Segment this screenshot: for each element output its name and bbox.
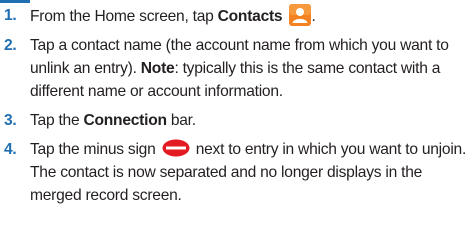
contacts-app-icon [289, 4, 312, 26]
contacts-label: Contacts [217, 8, 283, 25]
top-accent-rule [0, 0, 30, 3]
step-number: 3. [4, 112, 17, 129]
step-number: 1. [4, 7, 17, 24]
instruction-steps: 1. From the Home screen, tap Contacts . … [0, 4, 472, 213]
step-number: 2. [4, 37, 17, 54]
minus-circle-icon [162, 139, 190, 157]
step-text: Tap the [30, 112, 84, 129]
step-3: 3. Tap the Connection bar. [0, 109, 472, 132]
step-1: 1. From the Home screen, tap Contacts . [0, 4, 472, 28]
step-text: Tap the minus sign [30, 141, 160, 158]
step-4: 4. Tap the minus sign next to entry in w… [0, 138, 472, 207]
step-number: 4. [4, 141, 17, 158]
step-text: From the Home screen, tap [30, 8, 218, 25]
step-2: 2. Tap a contact name (the account name … [0, 34, 472, 103]
connection-label: Connection [83, 112, 167, 129]
note-label: Note [140, 60, 175, 77]
step-text: . [311, 8, 316, 25]
step-text: bar. [166, 112, 196, 129]
step-text [282, 8, 286, 25]
